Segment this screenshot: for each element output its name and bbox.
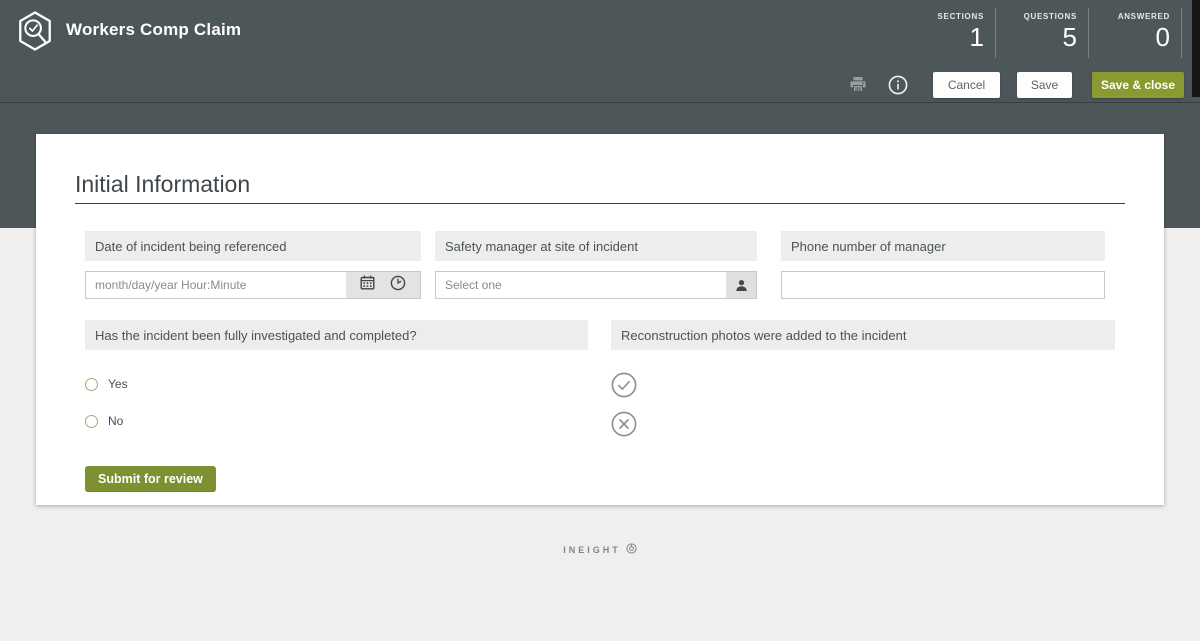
radio-no-label: No: [108, 414, 123, 428]
toolbar: Cancel Save Save & close: [849, 71, 1184, 98]
magnifier-check-hexagon-icon: [16, 39, 54, 56]
section-title: Initial Information: [75, 171, 250, 198]
field-phone-number: Phone number of manager: [781, 231, 1105, 299]
ineight-mark-icon: [626, 541, 637, 559]
stat-answered-value: 0: [1089, 22, 1170, 52]
question-investigated-label: Has the incident been fully investigated…: [85, 320, 588, 350]
header-stats: SECTIONS 1 QUESTIONS 5 ANSWERED 0: [903, 8, 1182, 58]
calendar-icon[interactable]: [360, 275, 375, 295]
date-input-wrap: [85, 271, 421, 299]
stat-questions-value: 5: [996, 22, 1077, 52]
stat-questions: QUESTIONS 5: [996, 8, 1089, 58]
cancel-button[interactable]: Cancel: [933, 72, 1000, 98]
date-picker-zone: [346, 272, 420, 298]
radio-no-circle[interactable]: [85, 415, 98, 428]
question-reconstruction-photos: Reconstruction photos were added to the …: [611, 320, 1115, 437]
page-title: Workers Comp Claim: [66, 20, 241, 40]
form-card: Initial Information Date of incident bei…: [36, 134, 1164, 505]
save-close-button[interactable]: Save & close: [1092, 72, 1184, 98]
section-title-rule: [75, 203, 1125, 204]
phone-input-wrap: [781, 271, 1105, 299]
info-icon[interactable]: [888, 75, 908, 95]
phone-input[interactable]: [782, 272, 1104, 298]
manager-select-wrap: [435, 271, 757, 299]
footer-brand: INEIGHT: [0, 541, 1200, 559]
stat-answered-label: ANSWERED: [1089, 12, 1170, 21]
app-logo: [16, 10, 54, 57]
manager-select-input[interactable]: [436, 272, 726, 298]
photos-choice-icons: [611, 372, 1115, 437]
submit-for-review-button[interactable]: Submit for review: [85, 466, 216, 492]
person-icon[interactable]: [726, 272, 756, 298]
save-button[interactable]: Save: [1017, 72, 1072, 98]
radio-no[interactable]: No: [85, 414, 588, 428]
field-safety-manager: Safety manager at site of incident: [435, 231, 757, 299]
stat-sections: SECTIONS 1: [903, 8, 996, 58]
field-date-of-incident: Date of incident being referenced: [85, 231, 421, 299]
radio-yes[interactable]: Yes: [85, 377, 588, 391]
radio-yes-label: Yes: [108, 377, 128, 391]
field-phone-label: Phone number of manager: [781, 231, 1105, 261]
stat-sections-value: 1: [903, 22, 984, 52]
printer-icon[interactable]: [849, 76, 867, 93]
check-circle-icon[interactable]: [611, 372, 637, 398]
stat-questions-label: QUESTIONS: [996, 12, 1077, 21]
question-photos-label: Reconstruction photos were added to the …: [611, 320, 1115, 350]
x-circle-icon[interactable]: [611, 411, 637, 437]
question-investigated: Has the incident been fully investigated…: [85, 320, 588, 428]
field-date-label: Date of incident being referenced: [85, 231, 421, 261]
date-input[interactable]: [86, 272, 346, 298]
stat-answered: ANSWERED 0: [1089, 8, 1182, 58]
field-manager-label: Safety manager at site of incident: [435, 231, 757, 261]
header-divider: [0, 102, 1200, 103]
radio-yes-circle[interactable]: [85, 378, 98, 391]
scrollbar-thumb[interactable]: [1192, 0, 1200, 97]
clock-icon[interactable]: [390, 275, 406, 296]
footer-brand-text: INEIGHT: [563, 545, 621, 555]
stat-sections-label: SECTIONS: [903, 12, 984, 21]
